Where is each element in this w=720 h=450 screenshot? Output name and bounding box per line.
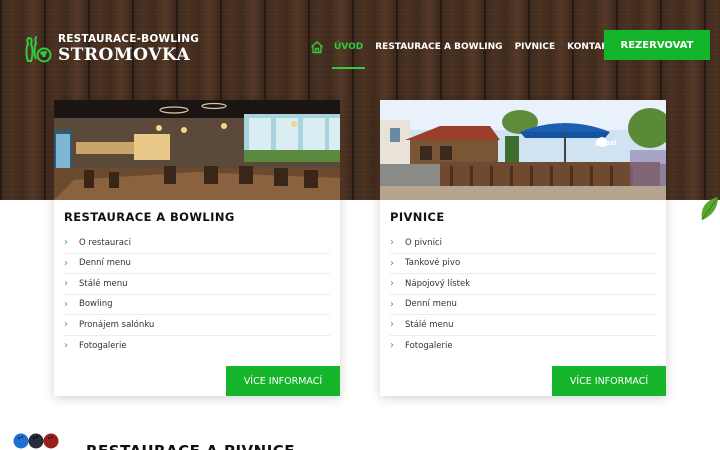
nav-item-restaurace-a-bowling[interactable]: RESTAURACE A BOWLING	[375, 42, 502, 52]
chevron-right-icon: ›	[64, 257, 68, 269]
card-title: PIVNICE	[390, 210, 445, 224]
chevron-right-icon: ›	[390, 340, 394, 352]
list-item-label: O restauraci	[79, 237, 132, 248]
list-item[interactable]: › Nápojový lístek	[390, 274, 656, 295]
home-icon[interactable]	[310, 40, 324, 54]
list-item-label: Tankové pivo	[405, 258, 461, 269]
list-item[interactable]: › Stálé menu	[390, 315, 656, 336]
chevron-right-icon: ›	[64, 340, 68, 352]
chevron-right-icon: ›	[390, 298, 394, 310]
chevron-right-icon: ›	[390, 278, 394, 290]
list-item[interactable]: › Tankové pivo	[390, 254, 656, 274]
list-item[interactable]: › O restauraci	[64, 233, 330, 254]
list-item-label: Bowling	[79, 299, 113, 310]
list-item[interactable]: › Fotogalerie	[64, 336, 330, 357]
bowling-pins-icon	[25, 36, 52, 63]
logo-title: STROMOVKA	[58, 45, 191, 65]
logo-subtitle: RESTAURACE-BOWLING	[58, 33, 200, 45]
restaurant-interior-image[interactable]	[54, 100, 340, 200]
nav-item-pivnice[interactable]: PIVNICE	[515, 42, 556, 52]
card-pivnice: pepsi PIVNICE › O pivnici › Tankové pivo ›…	[380, 100, 666, 396]
list-item-label: Stálé menu	[79, 278, 128, 289]
chevron-right-icon: ›	[64, 298, 68, 310]
list-item[interactable]: › Stálé menu	[64, 274, 330, 295]
pepsi-logo-text: pepsi	[595, 139, 616, 147]
list-item[interactable]: › Denní menu	[64, 254, 330, 274]
list-item-label: Fotogalerie	[79, 340, 127, 351]
list-item-label: O pivnici	[405, 237, 442, 248]
list-item-label: Stálé menu	[405, 319, 454, 330]
reserve-button[interactable]: REZERVOVAT	[604, 30, 710, 60]
list-item[interactable]: › Bowling	[64, 295, 330, 315]
chevron-right-icon: ›	[64, 237, 68, 249]
chevron-right-icon: ›	[390, 257, 394, 269]
chevron-right-icon: ›	[64, 278, 68, 290]
bowling-balls-icon	[13, 433, 59, 449]
site-logo[interactable]: RESTAURACE-BOWLING STROMOVKA	[24, 33, 199, 65]
card-restaurace-bowling: RESTAURACE A BOWLING › O restauraci › Denn…	[54, 100, 340, 396]
list-item-label: Nápojový lístek	[405, 278, 471, 289]
pub-exterior-image[interactable]: pepsi	[380, 100, 666, 200]
list-item[interactable]: › Pronájem salónku	[64, 315, 330, 336]
card-title: RESTAURACE A BOWLING	[64, 210, 235, 224]
card-link-list: › O restauraci › Denní menu › Stálé menu › B…	[64, 233, 330, 356]
leaf-decoration-icon	[701, 196, 719, 221]
section-heading: RESTAURACE A PIVNICE	[86, 442, 295, 450]
list-item-label: Fotogalerie	[405, 340, 453, 351]
list-item-label: Pronájem salónku	[79, 319, 155, 330]
list-item-label: Denní menu	[405, 299, 457, 310]
card-link-list: › O pivnici › Tankové pivo › Nápojový líste…	[390, 233, 656, 356]
list-item[interactable]: › O pivnici	[390, 233, 656, 254]
more-info-button[interactable]: VÍCE INFORMACÍ	[226, 366, 340, 396]
chevron-right-icon: ›	[390, 237, 394, 249]
list-item-label: Denní menu	[79, 258, 131, 269]
chevron-right-icon: ›	[64, 319, 68, 331]
main-navigation: ÚVOD RESTAURACE A BOWLING PIVNICE KONTAK…	[310, 40, 626, 69]
nav-item-uvod[interactable]: ÚVOD	[331, 42, 366, 69]
list-item[interactable]: › Fotogalerie	[390, 336, 656, 357]
more-info-button[interactable]: VÍCE INFORMACÍ	[552, 366, 666, 396]
list-item[interactable]: › Denní menu	[390, 295, 656, 315]
chevron-right-icon: ›	[390, 319, 394, 331]
